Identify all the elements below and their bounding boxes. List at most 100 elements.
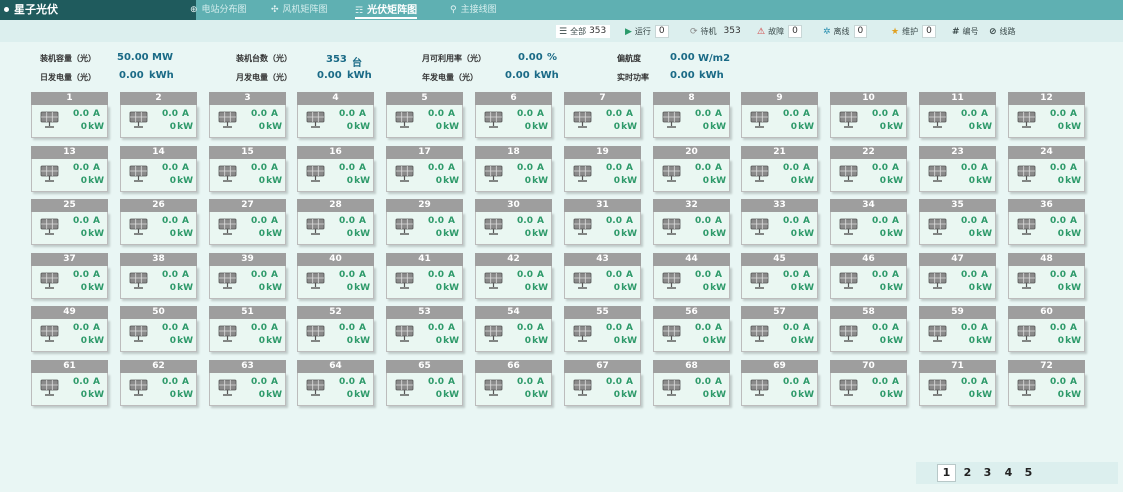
inverter-card[interactable]: 9 0.0 A 0 kW [741,92,818,138]
inverter-card[interactable]: 22 0.0 A 0 kW [830,146,907,192]
power-unit: kW [1065,283,1081,293]
inverter-card[interactable]: 37 0.0 A 0 kW [31,253,108,299]
inverter-card[interactable]: 21 0.0 A 0 kW [741,146,818,192]
inverter-card[interactable]: 35 0.0 A 0 kW [919,199,996,245]
inverter-card[interactable]: 40 0.0 A 0 kW [297,253,374,299]
inverter-card[interactable]: 10 0.0 A 0 kW [830,92,907,138]
card-number: 30 [475,199,552,212]
page-5-button[interactable]: 5 [1019,464,1038,482]
inverter-card[interactable]: 42 0.0 A 0 kW [475,253,552,299]
inverter-card[interactable]: 48 0.0 A 0 kW [1008,253,1085,299]
inverter-card[interactable]: 15 0.0 A 0 kW [209,146,286,192]
inverter-card[interactable]: 16 0.0 A 0 kW [297,146,374,192]
tab-station-map[interactable]: ⊕ 电站分布图 [190,0,247,20]
current-unit: A [537,377,544,387]
inverter-card[interactable]: 50 0.0 A 0 kW [120,306,197,352]
inverter-card[interactable]: 69 0.0 A 0 kW [741,360,818,406]
inverter-card[interactable]: 7 0.0 A 0 kW [564,92,641,138]
inverter-card[interactable]: 5 0.0 A 0 kW [386,92,463,138]
inverter-card[interactable]: 25 0.0 A 0 kW [31,199,108,245]
filter-running[interactable]: ▶ 运行 0 [625,25,669,38]
inverter-card[interactable]: 52 0.0 A 0 kW [297,306,374,352]
inverter-card[interactable]: 46 0.0 A 0 kW [830,253,907,299]
inverter-card[interactable]: 45 0.0 A 0 kW [741,253,818,299]
inverter-card[interactable]: 51 0.0 A 0 kW [209,306,286,352]
inverter-card[interactable]: 18 0.0 A 0 kW [475,146,552,192]
inverter-card[interactable]: 55 0.0 A 0 kW [564,306,641,352]
inverter-card[interactable]: 65 0.0 A 0 kW [386,360,463,406]
toggle-route[interactable]: ⊘ 线路 [989,25,1016,38]
inverter-card[interactable]: 39 0.0 A 0 kW [209,253,286,299]
inverter-card[interactable]: 56 0.0 A 0 kW [653,306,730,352]
inverter-card[interactable]: 8 0.0 A 0 kW [653,92,730,138]
inverter-card[interactable]: 36 0.0 A 0 kW [1008,199,1085,245]
inverter-card[interactable]: 19 0.0 A 0 kW [564,146,641,192]
inverter-card[interactable]: 61 0.0 A 0 kW [31,360,108,406]
inverter-card[interactable]: 62 0.0 A 0 kW [120,360,197,406]
inverter-card[interactable]: 70 0.0 A 0 kW [830,360,907,406]
inverter-card[interactable]: 34 0.0 A 0 kW [830,199,907,245]
inverter-card[interactable]: 26 0.0 A 0 kW [120,199,197,245]
inverter-card[interactable]: 31 0.0 A 0 kW [564,199,641,245]
filter-standby[interactable]: ⟳ 待机 353 [690,25,744,38]
filter-offline[interactable]: ✲ 离线 0 [823,25,868,38]
inverter-card[interactable]: 24 0.0 A 0 kW [1008,146,1085,192]
inverter-card[interactable]: 1 0.0 A 0 kW [31,92,108,138]
inverter-card[interactable]: 68 0.0 A 0 kW [653,360,730,406]
inverter-card[interactable]: 63 0.0 A 0 kW [209,360,286,406]
inverter-card[interactable]: 13 0.0 A 0 kW [31,146,108,192]
tab-pv-matrix[interactable]: ☶ 光伏矩阵图 [355,0,418,20]
inverter-card[interactable]: 57 0.0 A 0 kW [741,306,818,352]
inverter-card[interactable]: 17 0.0 A 0 kW [386,146,463,192]
inverter-card[interactable]: 38 0.0 A 0 kW [120,253,197,299]
inverter-card[interactable]: 53 0.0 A 0 kW [386,306,463,352]
tab-main-wiring[interactable]: ⚲ 主接线图 [450,0,497,20]
inverter-card[interactable]: 14 0.0 A 0 kW [120,146,197,192]
inverter-card[interactable]: 58 0.0 A 0 kW [830,306,907,352]
page-3-button[interactable]: 3 [978,464,997,482]
inverter-card[interactable]: 11 0.0 A 0 kW [919,92,996,138]
inverter-card[interactable]: 6 0.0 A 0 kW [475,92,552,138]
card-body: 0.0 A 0 kW [297,159,374,192]
inverter-card[interactable]: 20 0.0 A 0 kW [653,146,730,192]
power-unit: kW [88,122,104,132]
inverter-card[interactable]: 28 0.0 A 0 kW [297,199,374,245]
inverter-card[interactable]: 66 0.0 A 0 kW [475,360,552,406]
inverter-card[interactable]: 72 0.0 A 0 kW [1008,360,1085,406]
inverter-card[interactable]: 44 0.0 A 0 kW [653,253,730,299]
power-value: 0 [879,122,886,132]
inverter-card[interactable]: 12 0.0 A 0 kW [1008,92,1085,138]
inverter-card[interactable]: 54 0.0 A 0 kW [475,306,552,352]
inverter-card[interactable]: 67 0.0 A 0 kW [564,360,641,406]
inverter-card[interactable]: 33 0.0 A 0 kW [741,199,818,245]
inverter-card[interactable]: 43 0.0 A 0 kW [564,253,641,299]
page-1-button[interactable]: 1 [937,464,956,482]
inverter-card[interactable]: 2 0.0 A 0 kW [120,92,197,138]
page-4-button[interactable]: 4 [999,464,1018,482]
inverter-card[interactable]: 64 0.0 A 0 kW [297,360,374,406]
inverter-card[interactable]: 23 0.0 A 0 kW [919,146,996,192]
tab-wind-matrix[interactable]: ✣ 风机矩阵图 [271,0,328,20]
inverter-card[interactable]: 4 0.0 A 0 kW [297,92,374,138]
filter-all[interactable]: ☰ 全部 353 [556,25,611,38]
inverter-card[interactable]: 60 0.0 A 0 kW [1008,306,1085,352]
inverter-card[interactable]: 41 0.0 A 0 kW [386,253,463,299]
inverter-card[interactable]: 30 0.0 A 0 kW [475,199,552,245]
filter-maintenance[interactable]: ★ 维护 0 [891,25,936,38]
current-value: 0.0 [1050,109,1066,119]
card-number: 1 [31,92,108,105]
toggle-number[interactable]: # 编号 [952,25,979,38]
inverter-card[interactable]: 47 0.0 A 0 kW [919,253,996,299]
card-body: 0.0 A 0 kW [386,105,463,138]
inverter-card[interactable]: 49 0.0 A 0 kW [31,306,108,352]
inverter-card[interactable]: 29 0.0 A 0 kW [386,199,463,245]
filter-fault[interactable]: ⚠ 故障 0 [757,25,802,38]
page-2-button[interactable]: 2 [958,464,977,482]
inverter-card[interactable]: 59 0.0 A 0 kW [919,306,996,352]
solar-panel-icon [750,111,769,128]
inverter-card[interactable]: 32 0.0 A 0 kW [653,199,730,245]
power-value: 0 [258,390,265,400]
inverter-card[interactable]: 71 0.0 A 0 kW [919,360,996,406]
inverter-card[interactable]: 27 0.0 A 0 kW [209,199,286,245]
inverter-card[interactable]: 3 0.0 A 0 kW [209,92,286,138]
